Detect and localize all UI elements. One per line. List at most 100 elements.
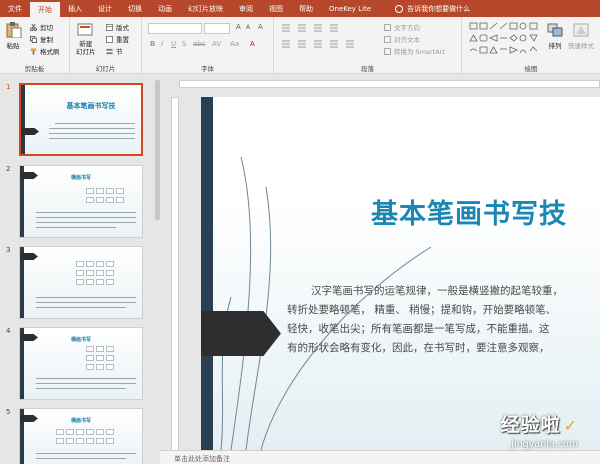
thumb-cell bbox=[86, 429, 94, 435]
clear-format-icon[interactable]: A bbox=[258, 23, 263, 31]
thumb-cell bbox=[106, 429, 114, 435]
thumb-cell bbox=[96, 279, 104, 285]
smartart-button[interactable]: 转换为 SmartArt bbox=[384, 46, 445, 56]
quick-styles-icon bbox=[573, 23, 589, 37]
notes-bar[interactable]: 单击此处添加备注 bbox=[160, 450, 600, 464]
paste-icon bbox=[6, 22, 22, 38]
thumb-bar bbox=[21, 85, 25, 154]
thumb-text-line bbox=[36, 383, 136, 384]
layout-button[interactable]: 版式 bbox=[106, 22, 129, 32]
spacing-icon[interactable]: AV bbox=[212, 40, 221, 48]
thumb-cell bbox=[106, 438, 114, 444]
slide-title[interactable]: 基本笔画书写技 bbox=[371, 192, 567, 231]
slide-thumbnail-pane: 1 基本笔画书写技 2 横画书写 3 4 横画书写 5 横画书写 bbox=[0, 75, 160, 464]
clipboard-label: 剪贴板 bbox=[24, 65, 45, 73]
change-case-icon[interactable]: Aa bbox=[230, 40, 239, 48]
thumbnail-scrollbar[interactable] bbox=[155, 80, 160, 220]
thumb-text-line bbox=[36, 217, 136, 218]
arrange-button[interactable]: 排列 bbox=[546, 22, 564, 50]
thumb-cell bbox=[106, 261, 114, 267]
tab-view[interactable]: 视图 bbox=[261, 0, 291, 17]
thumb-text-line bbox=[36, 307, 126, 308]
tell-me-box[interactable]: 告诉我你想要做什么 bbox=[395, 0, 470, 17]
reset-icon bbox=[106, 35, 113, 43]
thumb-arrow bbox=[21, 128, 39, 135]
slide-canvas[interactable]: 基本笔画书写技 汉字笔画书写的运笔规律，一般是横竖撇的起笔较重， 转折处要略顿笔… bbox=[201, 97, 600, 450]
new-slide-button[interactable]: 新建 幻灯片 bbox=[76, 22, 96, 56]
slide-thumbnail-3[interactable] bbox=[19, 246, 143, 319]
quick-styles-button[interactable]: 快速样式 bbox=[568, 22, 594, 50]
slide-thumbnail-2[interactable]: 横画书写 bbox=[19, 165, 143, 238]
thumb-cell bbox=[66, 438, 74, 444]
layout-icon bbox=[106, 23, 113, 31]
thumb-text-line bbox=[49, 128, 135, 129]
copy-button[interactable]: 复制 bbox=[30, 34, 53, 44]
grow-font-icon[interactable]: A bbox=[236, 23, 241, 31]
reset-button[interactable]: 重置 bbox=[106, 34, 129, 44]
thumb-text-line bbox=[49, 138, 135, 139]
thumb-cell bbox=[86, 438, 94, 444]
font-label: 字体 bbox=[201, 65, 214, 73]
body-line: 轻快，收笔出尖；所有笔画都是一笔写成，不能重描。这 bbox=[287, 323, 550, 335]
italic-icon[interactable]: I bbox=[161, 40, 163, 48]
paragraph-icons bbox=[282, 24, 354, 48]
vertical-ruler bbox=[171, 97, 179, 452]
cut-button[interactable]: 剪切 bbox=[30, 22, 53, 32]
underline-icon[interactable]: U bbox=[171, 40, 176, 48]
tab-onekey[interactable]: OneKey Lite bbox=[321, 0, 379, 17]
checkmark-icon: ✓ bbox=[563, 416, 578, 435]
bold-icon[interactable]: B bbox=[150, 40, 155, 48]
slide-body[interactable]: 汉字笔画书写的运笔规律，一般是横竖撇的起笔较重， 转折处要略顿笔， 精重、 稍慢… bbox=[287, 282, 600, 358]
font-size-combobox[interactable] bbox=[204, 23, 230, 34]
thumb-cell bbox=[86, 270, 94, 276]
thumb-cell bbox=[96, 270, 104, 276]
font-color-icon[interactable]: A bbox=[250, 40, 255, 48]
thumb-text-line bbox=[36, 378, 136, 379]
shapes-gallery[interactable] bbox=[468, 21, 540, 55]
font-group: A A A B I U S abc AV Aa A 字体 bbox=[142, 17, 274, 74]
thumb-text-line bbox=[49, 133, 135, 134]
tab-design[interactable]: 设计 bbox=[90, 0, 120, 17]
thumb-cell bbox=[86, 364, 94, 370]
ribbon-tab-bar: 文件 开始 插入 设计 切换 动画 幻灯片放映 审阅 视图 帮助 OneKey … bbox=[0, 0, 600, 17]
shrink-font-icon[interactable]: A bbox=[246, 24, 250, 31]
thumb-cell bbox=[106, 355, 114, 361]
thumb-cell bbox=[96, 261, 104, 267]
tab-review[interactable]: 审阅 bbox=[231, 0, 261, 17]
brush-icon bbox=[30, 47, 37, 55]
slide-thumbnail-4[interactable]: 横画书写 bbox=[19, 327, 143, 400]
thumb-text-line bbox=[36, 212, 136, 213]
format-painter-button[interactable]: 格式刷 bbox=[30, 46, 60, 56]
thumb-cell bbox=[56, 438, 64, 444]
slide-number: 5 bbox=[6, 408, 11, 416]
tab-insert[interactable]: 插入 bbox=[60, 0, 90, 17]
slide-number: 2 bbox=[6, 165, 11, 173]
slide-thumbnail-1[interactable]: 基本笔画书写技 bbox=[19, 83, 143, 156]
shadow-icon[interactable]: S bbox=[182, 40, 186, 48]
tab-transitions[interactable]: 切换 bbox=[120, 0, 150, 17]
text-direction-button[interactable]: 文字方向 bbox=[384, 22, 420, 32]
thumb-text-line bbox=[36, 297, 136, 298]
align-text-button[interactable]: 对齐文本 bbox=[384, 34, 420, 44]
tab-home[interactable]: 开始 bbox=[30, 2, 60, 17]
tab-animations[interactable]: 动画 bbox=[150, 0, 180, 17]
tab-help[interactable]: 帮助 bbox=[291, 0, 321, 17]
strikethrough-icon[interactable]: abc bbox=[193, 40, 206, 48]
arrange-icon bbox=[547, 23, 563, 37]
thumb-cell bbox=[86, 279, 94, 285]
thumb-cell bbox=[56, 429, 64, 435]
thumb-title: 横画书写 bbox=[70, 175, 91, 181]
font-name-combobox[interactable] bbox=[148, 23, 202, 34]
thumb-cell bbox=[106, 279, 114, 285]
thumb-text-line bbox=[36, 453, 136, 454]
paste-button[interactable]: 粘贴 bbox=[4, 22, 22, 50]
thumb-cell bbox=[96, 197, 104, 203]
tab-slideshow[interactable]: 幻灯片放映 bbox=[180, 0, 231, 17]
tab-file[interactable]: 文件 bbox=[0, 0, 30, 17]
thumb-cell bbox=[76, 261, 84, 267]
thumb-text-line bbox=[36, 388, 126, 389]
slide-thumbnail-5[interactable]: 横画书写 bbox=[19, 408, 143, 464]
smartart-icon bbox=[384, 47, 391, 55]
slides-group: 新建 幻灯片 版式 重置 节 幻灯片 bbox=[70, 17, 142, 74]
section-button[interactable]: 节 bbox=[106, 46, 123, 56]
